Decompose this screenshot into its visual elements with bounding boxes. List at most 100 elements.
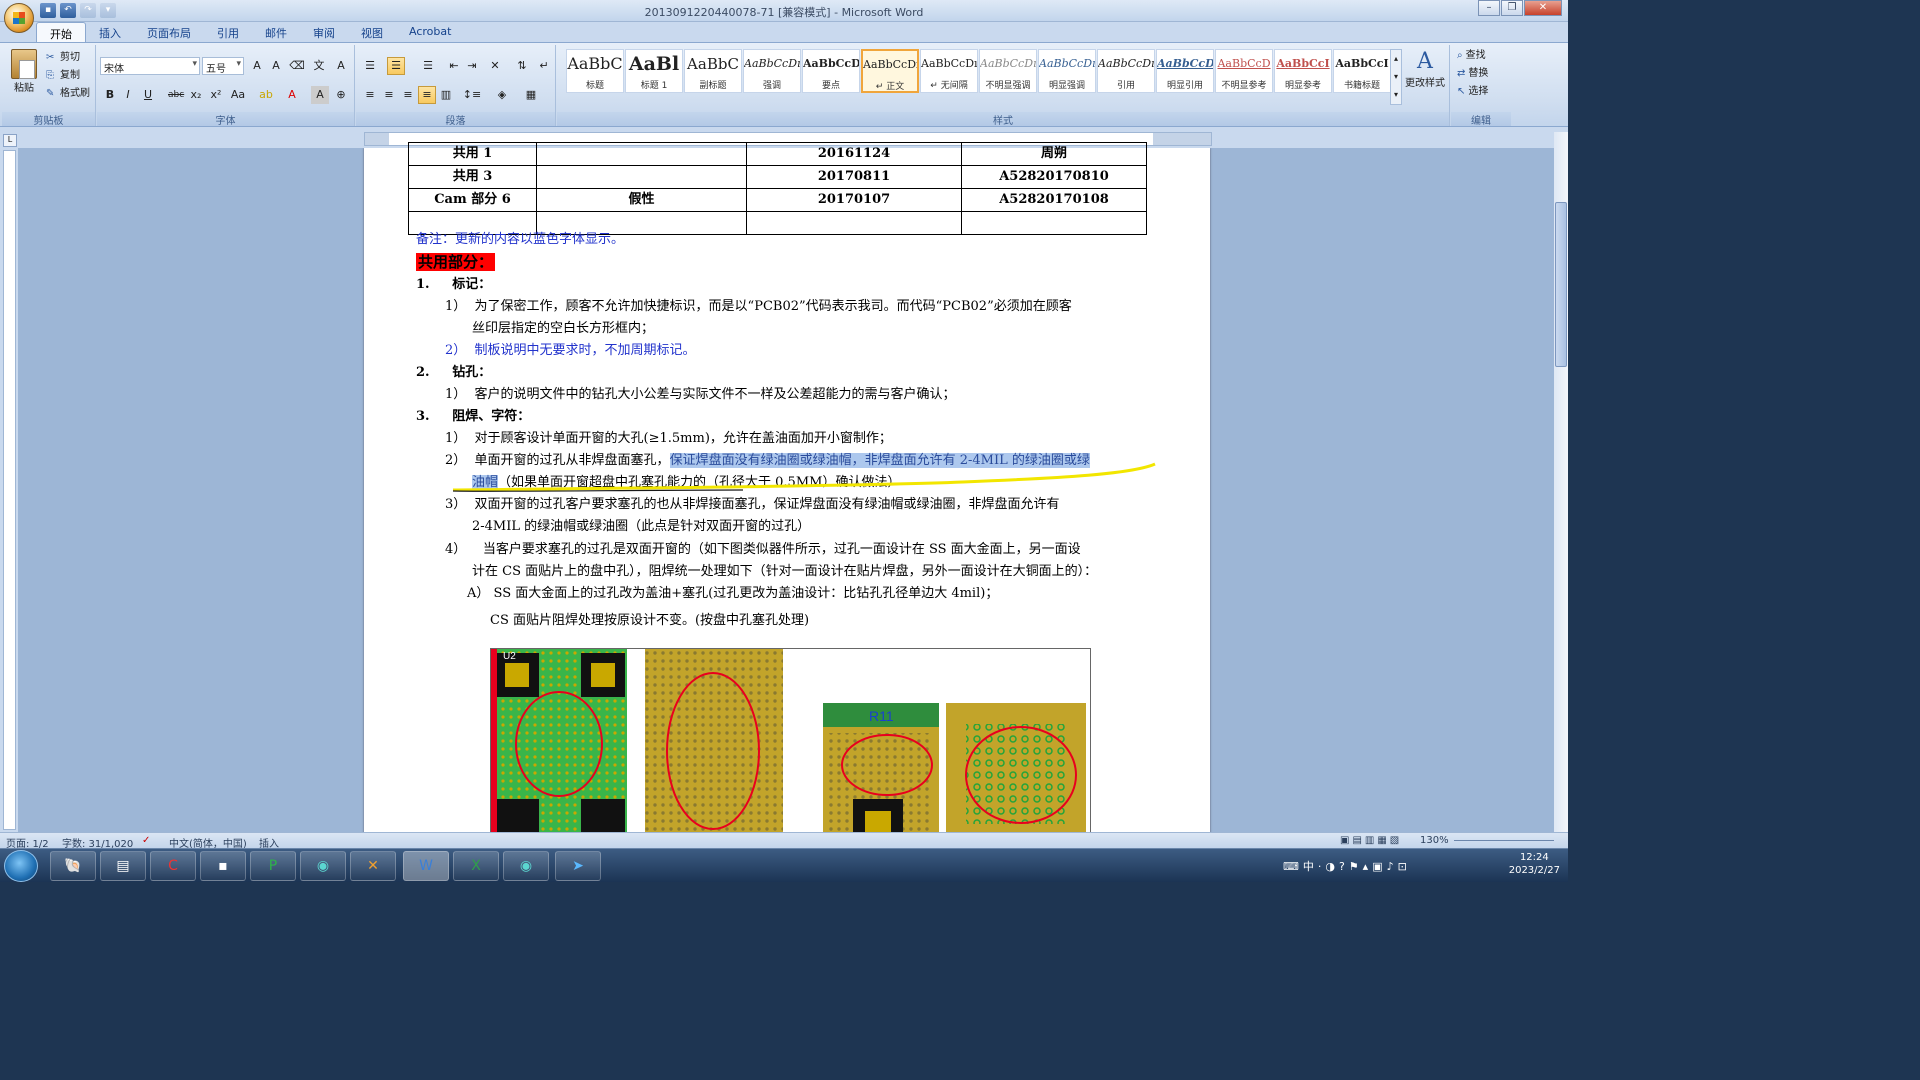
style-strong[interactable]: AaBbCcD 要点 xyxy=(802,49,860,93)
shell-app-icon[interactable]: 🐚 xyxy=(50,851,96,881)
start-button[interactable] xyxy=(4,850,38,882)
distributed-icon[interactable]: ▥ xyxy=(437,86,455,104)
scrollbar-thumb[interactable] xyxy=(1555,202,1567,367)
pads-icon[interactable]: P xyxy=(250,851,296,881)
eye-app-icon[interactable]: ◉ xyxy=(300,851,346,881)
tab-mailings[interactable]: 邮件 xyxy=(252,22,300,42)
tab-selector[interactable]: L xyxy=(3,134,17,147)
office-button[interactable] xyxy=(4,3,34,33)
tab-page-layout[interactable]: 页面布局 xyxy=(134,22,204,42)
tab-references[interactable]: 引用 xyxy=(204,22,252,42)
note-line: 备注：更新的内容以蓝色字体显示。 xyxy=(416,232,625,247)
show-marks-icon[interactable]: ↵ xyxy=(535,57,553,75)
bullets-icon[interactable]: ☰ xyxy=(361,57,379,75)
style-no-spacing[interactable]: AaBbCcDı ↵ 无间隔 xyxy=(920,49,978,93)
view-buttons[interactable]: ▣▤▥▦▧ xyxy=(1340,835,1402,846)
strikethrough-icon[interactable]: abc xyxy=(167,86,185,104)
grow-font-icon[interactable]: A xyxy=(248,57,266,75)
bold-icon[interactable]: B xyxy=(101,86,119,104)
style-subtle-emphasis[interactable]: AaBbCcDı 不明显强调 xyxy=(979,49,1037,93)
decrease-indent-icon[interactable]: ⇤ xyxy=(445,57,463,75)
list-number: 1. xyxy=(416,277,430,292)
document-content[interactable]: 共用 1 20161124 周朔 共用 3 20170811 A52820170… xyxy=(383,142,1173,838)
restore-button[interactable]: ❐ xyxy=(1501,0,1523,16)
font-color-icon[interactable]: A xyxy=(283,86,301,104)
tab-insert[interactable]: 插入 xyxy=(86,22,134,42)
style-heading1[interactable]: AaBl 标题 1 xyxy=(625,49,683,93)
increase-indent-icon[interactable]: ⇥ xyxy=(463,57,481,75)
x-app-icon[interactable]: ✕ xyxy=(350,851,396,881)
paste-button[interactable]: 粘贴 xyxy=(8,49,40,99)
floppy-icon[interactable]: ▪ xyxy=(200,851,246,881)
superscript-icon[interactable]: x² xyxy=(207,86,225,104)
vertical-scrollbar[interactable] xyxy=(1554,132,1568,832)
shrink-font-icon[interactable]: A xyxy=(267,57,285,75)
minimize-button[interactable]: – xyxy=(1478,0,1500,16)
change-styles-button[interactable]: A 更改样式 xyxy=(1404,49,1446,89)
align-right-icon[interactable]: ≡ xyxy=(399,86,417,104)
align-center-icon[interactable]: ≡ xyxy=(380,86,398,104)
borders-icon[interactable]: ▦ xyxy=(519,86,543,104)
table-cell: 假性 xyxy=(536,188,747,212)
notepad-icon[interactable]: ▤ xyxy=(100,851,146,881)
style-book-title[interactable]: AaBbCcI 书籍标题 xyxy=(1333,49,1391,93)
pcb-images: U2 R11 xyxy=(491,649,1086,837)
heading-1-text: 标记： xyxy=(452,277,492,292)
style-subtle-reference[interactable]: AaBbCcD 不明显参考 xyxy=(1215,49,1273,93)
align-left-icon[interactable]: ≡ xyxy=(361,86,379,104)
font-size-select[interactable]: 五号 xyxy=(202,57,244,75)
style-intense-reference[interactable]: AaBbCcI 明显参考 xyxy=(1274,49,1332,93)
eye-app-icon-2[interactable]: ◉ xyxy=(503,851,549,881)
style-emphasis[interactable]: AaBbCcDı 强调 xyxy=(743,49,801,93)
clock[interactable]: 12:24 2023/2/27 xyxy=(1509,851,1560,877)
font-name-select[interactable]: 宋体 xyxy=(100,57,200,75)
styles-scroll[interactable]: ▴ ▾ ▾ xyxy=(1390,49,1402,105)
word-icon[interactable]: W xyxy=(403,851,449,881)
vertical-ruler[interactable] xyxy=(3,150,16,830)
find-button[interactable]: ⌕ 查找 xyxy=(1457,47,1488,65)
excel-icon[interactable]: X xyxy=(453,851,499,881)
sort-icon[interactable]: ⇅ xyxy=(513,57,531,75)
style-quote[interactable]: AaBbCcDı 引用 xyxy=(1097,49,1155,93)
style-normal[interactable]: AaBbCcDı ↵ 正文 xyxy=(861,49,919,93)
numbering-icon[interactable]: ☰ xyxy=(387,57,405,75)
tab-review[interactable]: 审阅 xyxy=(300,22,348,42)
style-intense-quote[interactable]: AaBbCcDı 明显引用 xyxy=(1156,49,1214,93)
zoom-level[interactable]: 130% xyxy=(1420,835,1449,846)
style-intense-emphasis[interactable]: AaBbCcDı 明显强调 xyxy=(1038,49,1096,93)
copy-button[interactable]: ⎘ 复制 xyxy=(46,67,90,85)
style-name: 强调 xyxy=(762,81,781,91)
close-button[interactable]: ✕ xyxy=(1524,0,1562,16)
feishu-icon[interactable]: ➤ xyxy=(555,851,601,881)
tab-view[interactable]: 视图 xyxy=(348,22,396,42)
shading-icon[interactable]: ◈ xyxy=(490,86,514,104)
line-spacing-icon[interactable]: ↕≡ xyxy=(460,86,484,104)
style-subtitle[interactable]: AaBbC 副标题 xyxy=(684,49,742,93)
camtastic-icon[interactable]: C xyxy=(150,851,196,881)
justify-icon[interactable]: ≡ xyxy=(418,86,436,104)
underline-icon[interactable]: U xyxy=(139,86,157,104)
format-painter-button[interactable]: ✎ 格式刷 xyxy=(46,85,90,103)
enclose-char-icon[interactable]: ⊕ xyxy=(332,86,350,104)
change-case-icon[interactable]: Aa xyxy=(227,86,249,104)
clear-format-icon[interactable]: ⌫ xyxy=(288,57,306,75)
phonetic-guide-icon[interactable]: 文 xyxy=(310,57,328,75)
styles-group-label: 样式 xyxy=(557,112,1449,127)
replace-button[interactable]: ⇄ 替换 xyxy=(1457,65,1488,83)
proofing-icon[interactable]: ✓ xyxy=(142,835,150,846)
italic-icon[interactable]: I xyxy=(119,86,137,104)
tab-home[interactable]: 开始 xyxy=(36,22,86,42)
item-1-1-cont: 丝印层指定的空白长方形框内； xyxy=(472,321,655,336)
char-border-icon[interactable]: A xyxy=(332,57,350,75)
system-tray-icons[interactable]: ⌨中·◑?⚑▴▣♪⊡ xyxy=(1283,858,1411,874)
asian-layout-icon[interactable]: ✕ xyxy=(486,57,504,75)
multilevel-list-icon[interactable]: ☰ xyxy=(419,57,437,75)
tab-acrobat[interactable]: Acrobat xyxy=(396,22,464,42)
subscript-icon[interactable]: x₂ xyxy=(187,86,205,104)
window-controls: – ❐ ✕ xyxy=(1477,0,1562,16)
highlight-color-icon[interactable]: ab xyxy=(255,86,277,104)
cut-button[interactable]: ✂ 剪切 xyxy=(46,49,90,67)
style-title[interactable]: AaBbC 标题 xyxy=(566,49,624,93)
char-shading-icon[interactable]: A xyxy=(311,86,329,104)
select-button[interactable]: ↖ 选择 xyxy=(1457,83,1488,101)
